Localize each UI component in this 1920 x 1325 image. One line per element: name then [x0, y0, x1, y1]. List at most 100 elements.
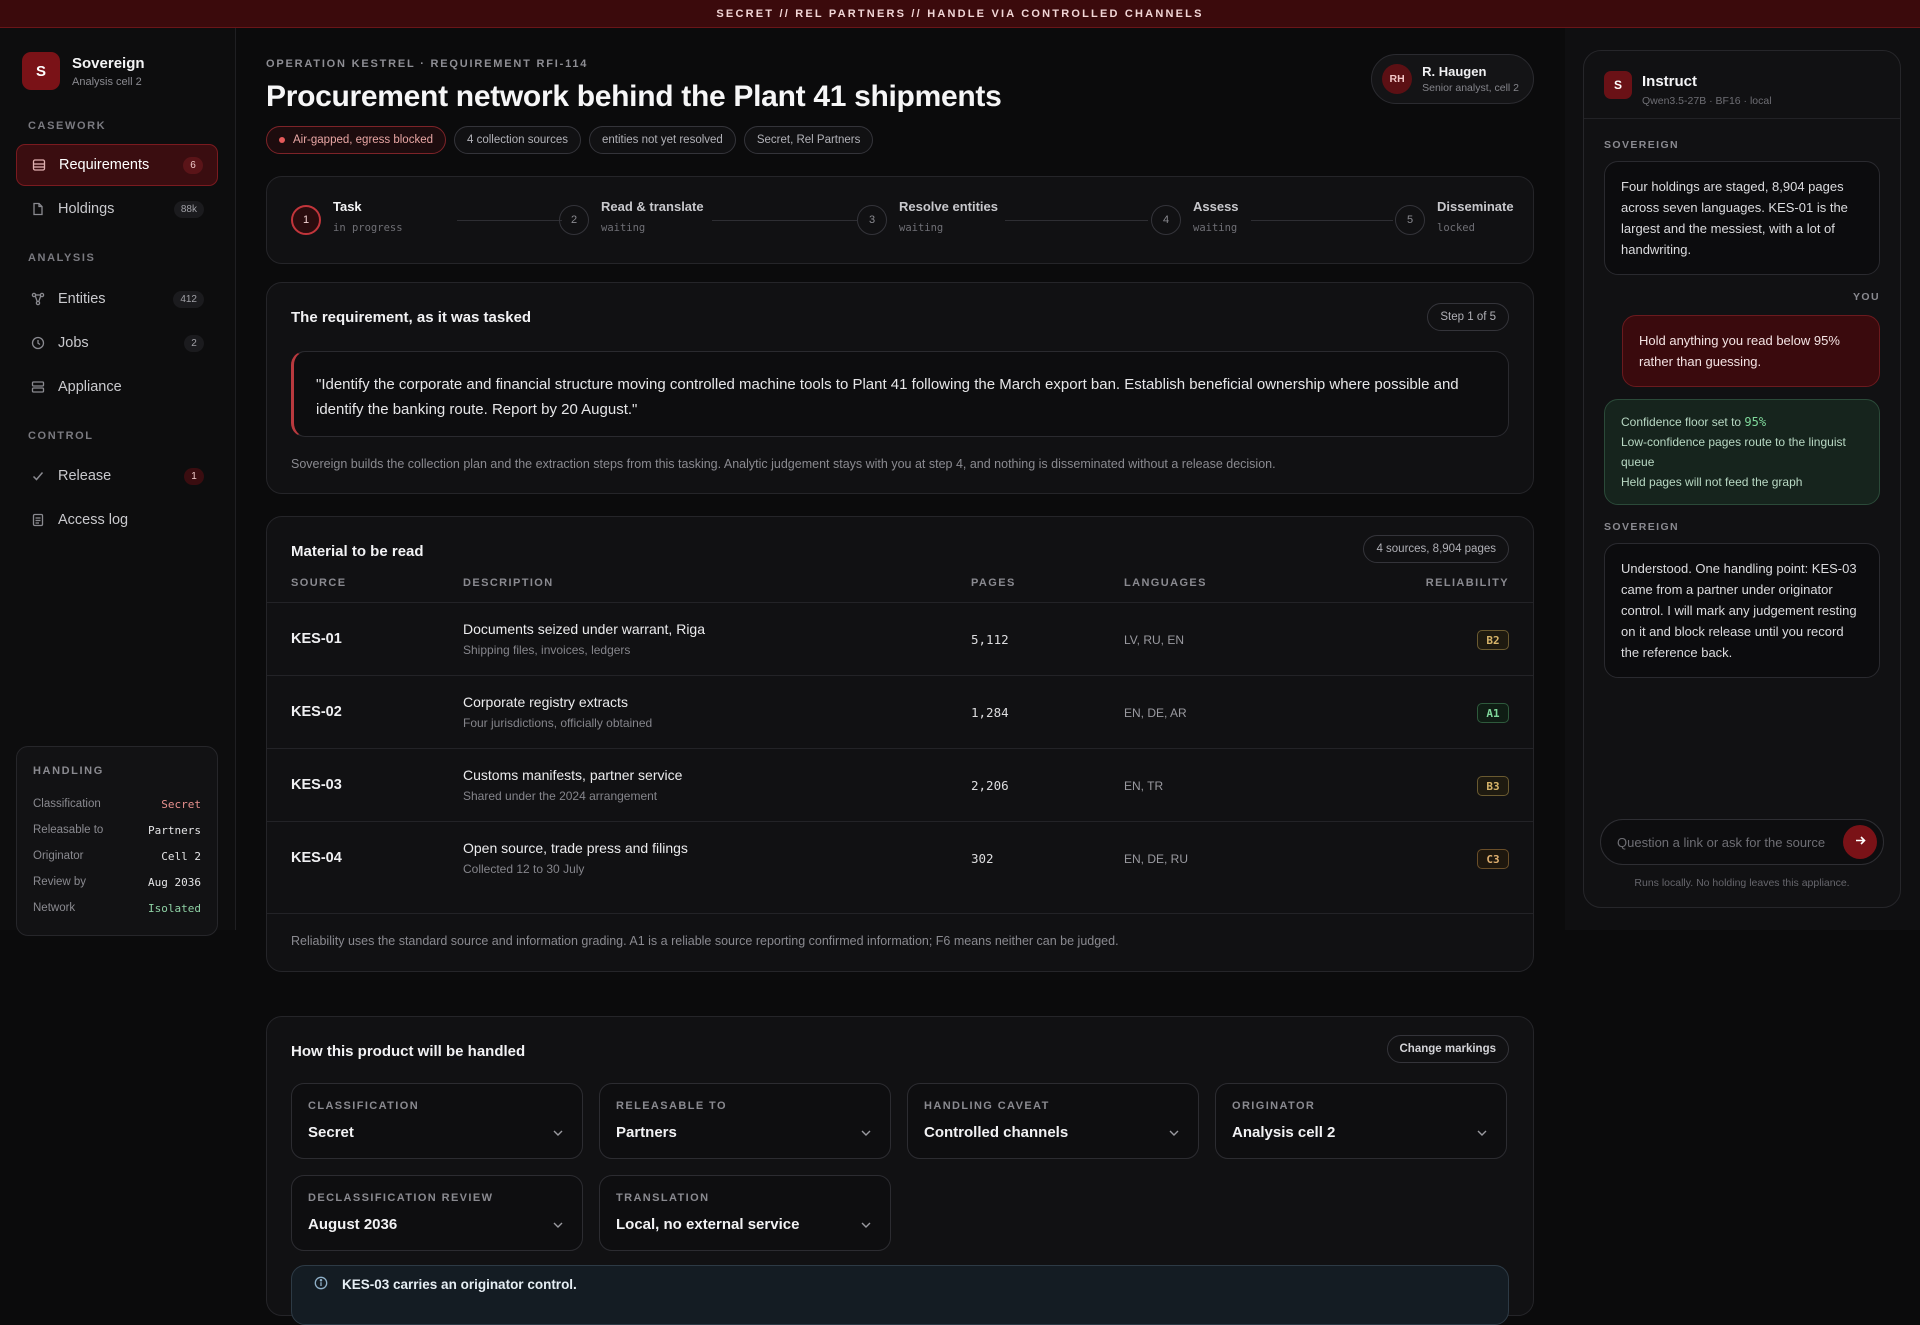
field-value: Local, no external service [616, 1216, 800, 1233]
step-label: Task [333, 199, 362, 214]
step-disseminate[interactable]: 5 Disseminate locked [1395, 199, 1514, 235]
originator-control-alert: KES-03 carries an originator control. [291, 1265, 1509, 1325]
user-menu[interactable]: RH R. Haugen Senior analyst, cell 2 [1371, 54, 1534, 104]
sidebar-item-label: Release [58, 468, 112, 484]
sidebar-item-holdings[interactable]: Holdings 88k [16, 188, 218, 230]
field-label: HANDLING CAVEAT [924, 1100, 1050, 1112]
assistant-message: Four holdings are staged, 8,904 pages ac… [1604, 161, 1880, 275]
chat-input[interactable] [1617, 834, 1843, 850]
languages: EN, TR [1124, 779, 1164, 793]
classification-banner: SECRET // REL PARTNERS // HANDLE VIA CON… [0, 0, 1920, 28]
step-number: 2 [559, 205, 589, 235]
handling-row: Review by Aug 2036 [33, 869, 201, 895]
nav-section-analysis: ANALYSIS [28, 252, 96, 264]
table-row[interactable]: KES-01 Documents seized under warrant, R… [267, 602, 1533, 675]
step-number: 5 [1395, 205, 1425, 235]
confirmation-line: Low-confidence pages route to the lingui… [1621, 435, 1846, 469]
column-header-languages: LANGUAGES [1124, 577, 1207, 589]
step-connector [457, 220, 562, 221]
source-subtitle: Shipping files, invoices, ledgers [463, 643, 631, 657]
model-info: Qwen3.5-27B · BF16 · local [1642, 95, 1772, 107]
step-label: Read & translate [601, 199, 704, 214]
marking-chip: Secret, Rel Partners [743, 126, 874, 154]
handling-key: Network [33, 902, 76, 914]
sidebar-item-entities[interactable]: Entities 412 [16, 278, 218, 320]
step-assess[interactable]: 4 Assess waiting [1151, 199, 1239, 235]
step-connector [1005, 220, 1148, 221]
page-count: 302 [971, 851, 994, 866]
field-label: CLASSIFICATION [308, 1100, 420, 1112]
handling-summary-title: HANDLING [33, 765, 104, 777]
page-title: Procurement network behind the Plant 41 … [266, 80, 1002, 113]
step-resolve-entities[interactable]: 3 Resolve entities waiting [857, 199, 998, 235]
sidebar-item-release[interactable]: Release 1 [16, 455, 218, 497]
source-subtitle: Shared under the 2024 arrangement [463, 789, 658, 803]
step-read-translate[interactable]: 2 Read & translate waiting [559, 199, 704, 235]
confirmation-text: Confidence floor set to [1621, 415, 1745, 429]
brand-subtitle: Analysis cell 2 [72, 75, 142, 88]
handling-heading: How this product will be handled [291, 1043, 526, 1060]
column-header-description: DESCRIPTION [463, 577, 554, 589]
translation-select[interactable]: TRANSLATION Local, no external service [599, 1175, 891, 1251]
message-sender: YOU [1853, 291, 1880, 303]
declassification-review-select[interactable]: DECLASSIFICATION REVIEW August 2036 [291, 1175, 583, 1251]
requirements-count-badge: 6 [183, 156, 203, 174]
source-description: Customs manifests, partner service [463, 767, 683, 783]
sidebar-item-label: Requirements [59, 157, 150, 173]
classification-select[interactable]: CLASSIFICATION Secret [291, 1083, 583, 1159]
chevron-down-icon [860, 1124, 872, 1140]
step-connector [712, 220, 857, 221]
releasable-to-select[interactable]: RELEASABLE TO Partners [599, 1083, 891, 1159]
field-label: RELEASABLE TO [616, 1100, 727, 1112]
message-sender: SOVEREIGN [1604, 139, 1680, 151]
handling-key: Review by [33, 876, 87, 888]
assistant-title: Instruct [1642, 73, 1698, 90]
confidence-value: 95% [1744, 415, 1767, 429]
handling-key: Classification [33, 798, 101, 810]
reliability-badge: A1 [1477, 703, 1509, 723]
handling-summary: HANDLING Classification Secret Releasable… [16, 746, 218, 936]
assistant-panel: S Instruct Qwen3.5-27B · BF16 · local SO… [1583, 50, 1901, 908]
sidebar: S Sovereign Analysis cell 2 CASEWORK Req… [0, 28, 236, 936]
sidebar-item-label: Holdings [58, 201, 115, 217]
field-label: ORIGINATOR [1232, 1100, 1316, 1112]
step-task[interactable]: 1 Task in progress [291, 199, 403, 235]
step-status: waiting [899, 222, 944, 234]
send-button[interactable] [1843, 825, 1877, 859]
originator-select[interactable]: ORIGINATOR Analysis cell 2 [1215, 1083, 1507, 1159]
sidebar-item-access-log[interactable]: Access log [16, 499, 218, 541]
holdings-count-badge: 88k [173, 200, 204, 218]
material-summary: 4 sources, 8,904 pages [1363, 535, 1509, 563]
table-row[interactable]: KES-03 Customs manifests, partner servic… [267, 748, 1533, 821]
handling-key: Originator [33, 850, 84, 862]
step-indicator: Step 1 of 5 [1427, 303, 1509, 331]
source-subtitle: Four jurisdictions, officially obtained [463, 716, 653, 730]
chat-input-box[interactable] [1600, 819, 1884, 865]
handling-value: Secret [161, 797, 201, 811]
step-label: Assess [1193, 199, 1239, 214]
source-subtitle: Collected 12 to 30 July [463, 862, 585, 876]
handling-value: Partners [148, 823, 201, 837]
chevron-down-icon [1476, 1124, 1488, 1140]
sidebar-item-jobs[interactable]: Jobs 2 [16, 322, 218, 364]
source-id: KES-02 [291, 704, 342, 720]
change-markings-button[interactable]: Change markings [1386, 1035, 1509, 1063]
clock-icon [30, 335, 46, 351]
handling-caveat-select[interactable]: HANDLING CAVEAT Controlled channels [907, 1083, 1199, 1159]
sidebar-item-appliance[interactable]: Appliance [16, 366, 218, 408]
sidebar-item-requirements[interactable]: Requirements 6 [16, 144, 218, 186]
table-row[interactable]: KES-04 Open source, trade press and fili… [267, 821, 1533, 894]
graph-icon [30, 291, 46, 307]
field-label: DECLASSIFICATION REVIEW [308, 1192, 494, 1204]
nav-section-control: CONTROL [28, 430, 94, 442]
reliability-badge: B3 [1477, 776, 1509, 796]
step-label: Resolve entities [899, 199, 998, 214]
brand-logo: S [22, 52, 60, 90]
languages: EN, DE, RU [1124, 852, 1189, 866]
table-row[interactable]: KES-02 Corporate registry extracts Four … [267, 675, 1533, 748]
message-sender: SOVEREIGN [1604, 521, 1680, 533]
assistant-logo: S [1604, 71, 1632, 99]
log-icon [30, 512, 46, 528]
source-id: KES-01 [291, 631, 342, 647]
user-message: Hold anything you read below 95% rather … [1622, 315, 1880, 387]
